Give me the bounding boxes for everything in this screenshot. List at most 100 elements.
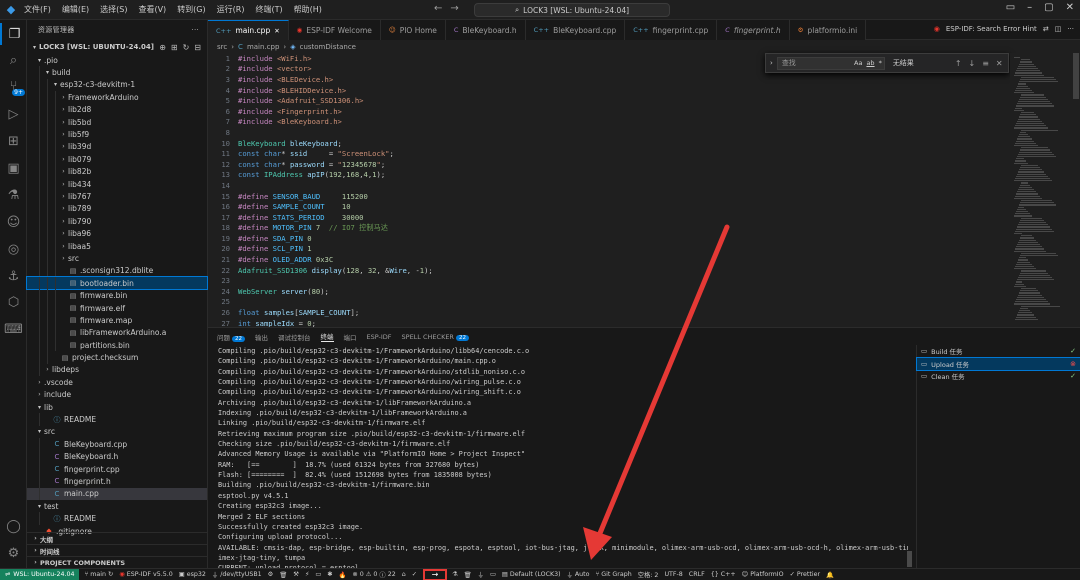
- menu-go[interactable]: 转到(G): [177, 4, 205, 15]
- editor-tab[interactable]: ☺ PIO Home: [380, 20, 446, 40]
- panel-tab[interactable]: 调试控制台: [278, 332, 311, 342]
- account-icon[interactable]: ◯: [0, 515, 27, 537]
- menu-terminal[interactable]: 终端(T): [255, 4, 282, 15]
- maximize-icon[interactable]: ▢: [1044, 2, 1053, 13]
- settings-gear-icon[interactable]: ⚙: [0, 542, 27, 564]
- pio-upload-button[interactable]: →: [423, 568, 448, 580]
- esp-clean-icon[interactable]: 🗑: [279, 571, 287, 579]
- editor-scrollbar[interactable]: [1072, 53, 1080, 327]
- layout-icon[interactable]: ▭: [1006, 2, 1015, 13]
- panel-tab[interactable]: 端口: [344, 332, 357, 342]
- editor-more-icon[interactable]: ···: [1067, 25, 1074, 33]
- timeline-section[interactable]: › 时间线: [27, 544, 208, 556]
- encoding-item[interactable]: UTF-8: [664, 571, 682, 578]
- regex-toggle[interactable]: *: [879, 59, 882, 67]
- collapse-all-icon[interactable]: ⊟: [194, 43, 201, 52]
- tree-item[interactable]: C BleKeyboard.h: [27, 450, 207, 463]
- tree-item[interactable]: C BleKeyboard.cpp: [27, 438, 207, 451]
- esp-debug-icon[interactable]: ✱: [327, 571, 332, 578]
- panel-tab[interactable]: 输出: [255, 332, 268, 342]
- esp-idf-version[interactable]: ◉ ESP-IDF v5.5.0: [119, 571, 173, 578]
- menu-edit[interactable]: 编辑(E): [62, 4, 89, 15]
- panel-tab[interactable]: SPELL CHECKER 22: [402, 333, 469, 341]
- remote-explorer-icon[interactable]: ▣: [0, 157, 27, 179]
- breadcrumb-file[interactable]: main.cpp: [247, 43, 279, 51]
- esp-settings-icon[interactable]: ⚙: [268, 571, 274, 578]
- eol-item[interactable]: CRLF: [689, 571, 705, 578]
- menu-view[interactable]: 查看(V): [138, 4, 166, 15]
- tree-item[interactable]: › lib5bd: [27, 115, 207, 129]
- indentation-item[interactable]: 空格: 2: [638, 570, 659, 579]
- platformio-icon[interactable]: ☺: [0, 211, 27, 233]
- esp-monitor-icon[interactable]: ▭: [315, 571, 321, 578]
- tree-item[interactable]: Cfingerprint.h: [27, 475, 207, 488]
- editor-tab[interactable]: ⚙ platformio.ini: [789, 20, 867, 40]
- tree-item[interactable]: › lib2d8: [27, 103, 207, 116]
- project-components-section[interactable]: › PROJECT COMPONENTS: [27, 556, 208, 568]
- find-in-selection-icon[interactable]: ≡: [982, 59, 989, 68]
- terminal-scroll-thumb[interactable]: [907, 551, 912, 567]
- tree-item[interactable]: ▤ project.checksum: [27, 351, 207, 364]
- tree-item[interactable]: ▾ build: [27, 66, 207, 79]
- tree-item[interactable]: › lib790: [27, 215, 207, 228]
- code-editor[interactable]: 1 #include <WiFi.h> 2 #include <vector> 3 #in…: [208, 53, 1008, 328]
- panel-tab[interactable]: 问题 22: [217, 332, 245, 342]
- source-control-icon[interactable]: ⑂ 9+: [0, 75, 27, 97]
- split-editor-icon[interactable]: ◫: [1055, 25, 1062, 33]
- serial-port[interactable]: ⏚/dev/ttyUSB1: [212, 570, 262, 579]
- tree-item[interactable]: ▤ .sconsign312.dblite: [27, 264, 207, 278]
- problems-item[interactable]: ⊗ 0 ⚠ 0 ⓘ 22: [352, 570, 395, 579]
- tree-item[interactable]: › lib82b: [27, 165, 207, 178]
- git-graph-item[interactable]: ⑂ Git Graph: [596, 571, 632, 578]
- tree-item[interactable]: ⓘ README: [27, 512, 207, 525]
- terminal-view-icon[interactable]: ⌨: [0, 318, 27, 340]
- tree-item[interactable]: › include: [27, 389, 207, 401]
- tree-item[interactable]: › liba96: [27, 227, 207, 240]
- editor-tab[interactable]: Cfingerprint.h: [717, 20, 790, 40]
- more-actions-icon[interactable]: ···: [191, 26, 199, 34]
- editor-tab[interactable]: C++ main.cpp ✕: [208, 20, 289, 40]
- back-arrow-icon[interactable]: ←: [434, 3, 442, 14]
- tree-item[interactable]: › libaa5: [27, 239, 207, 253]
- tree-item[interactable]: › .vscode: [27, 376, 207, 388]
- tree-item[interactable]: Cfingerprint.cpp: [27, 462, 207, 476]
- breadcrumb-symbol[interactable]: customDistance: [300, 43, 356, 51]
- extensions-icon[interactable]: ⊞: [0, 130, 27, 152]
- testing-icon[interactable]: ⚗: [0, 184, 27, 206]
- tree-item[interactable]: ▤ bootloader.bin: [26, 275, 208, 291]
- whole-word-toggle[interactable]: ab: [866, 59, 874, 67]
- forward-arrow-icon[interactable]: →: [450, 3, 458, 14]
- next-match-icon[interactable]: ↓: [969, 59, 976, 68]
- pio-terminal-icon[interactable]: ▭: [490, 571, 496, 578]
- remote-indicator[interactable]: ⇌ WSL: Ubuntu-24.04: [0, 568, 80, 580]
- new-folder-icon[interactable]: ⊞: [171, 43, 178, 52]
- menu-help[interactable]: 帮助(H): [294, 4, 322, 15]
- tree-item[interactable]: ▾ .pio: [27, 54, 207, 66]
- tree-item[interactable]: › lib39d: [27, 140, 207, 154]
- find-input[interactable]: 查找 Aa ab *: [776, 56, 885, 70]
- tree-item[interactable]: ▤ firmware.map: [27, 314, 207, 327]
- notifications-bell-icon[interactable]: 🔔: [826, 571, 834, 579]
- tree-item[interactable]: ▾ test: [27, 500, 207, 512]
- tree-item[interactable]: › libdeps: [27, 363, 207, 377]
- cube-icon[interactable]: ⬡: [0, 291, 27, 313]
- editor-tab[interactable]: C BleKeyboard.h: [445, 20, 526, 40]
- tree-item[interactable]: › lib767: [27, 190, 207, 203]
- outline-section[interactable]: › 大纲: [27, 532, 208, 544]
- tree-item[interactable]: ▤ partitions.bin: [27, 338, 207, 352]
- explorer-icon[interactable]: ❐: [0, 23, 27, 45]
- run-debug-icon[interactable]: ▷: [0, 103, 27, 125]
- editor-scroll-thumb[interactable]: [1073, 53, 1079, 99]
- language-mode-item[interactable]: {} C++: [711, 571, 736, 578]
- terminal-output[interactable]: Compiling .pio/build/esp32-c3-devkitm-1/…: [218, 347, 908, 569]
- menu-selection[interactable]: 选择(S): [100, 4, 127, 15]
- match-case-toggle[interactable]: Aa: [854, 59, 862, 67]
- auto-port-item[interactable]: ⏚ Auto: [567, 570, 590, 579]
- branch-item[interactable]: ⑂ main ↻: [84, 571, 113, 578]
- panel-tab[interactable]: 终端: [320, 331, 334, 342]
- tree-item[interactable]: › lib5f9: [27, 128, 207, 141]
- prettier-item[interactable]: ✓ Prettier: [790, 571, 820, 578]
- close-icon[interactable]: ✕: [1066, 2, 1074, 13]
- tree-item[interactable]: ▾ esp32-c3-devkitm-1: [27, 78, 207, 92]
- terminal-task[interactable]: ▭ Build 任务 ✓: [917, 345, 1080, 358]
